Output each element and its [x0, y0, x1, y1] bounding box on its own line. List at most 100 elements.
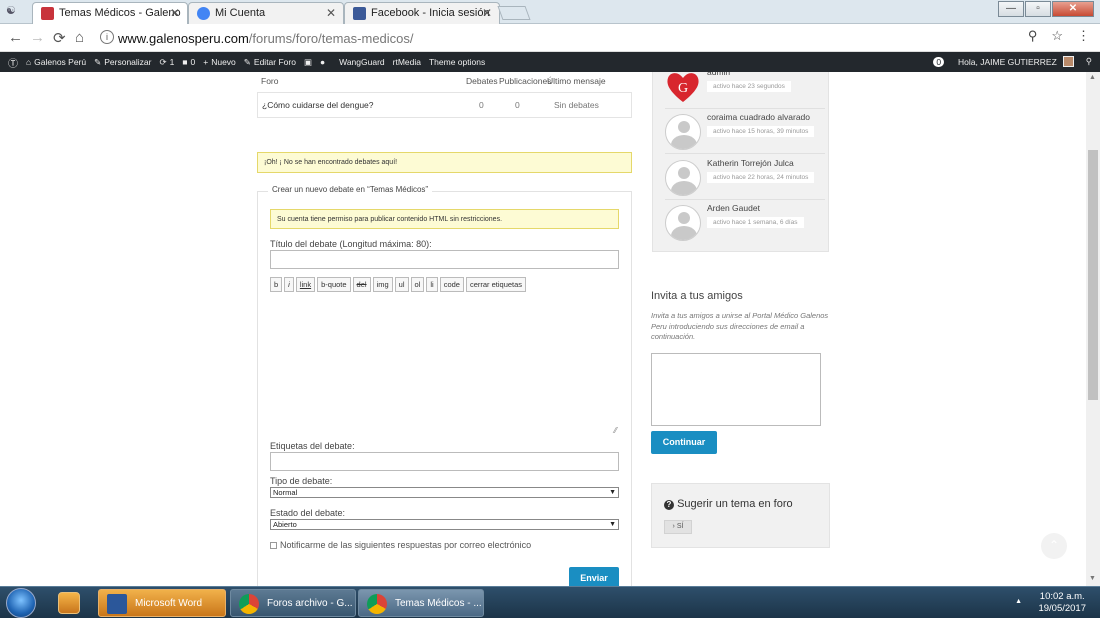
member-item[interactable]: Katherin Torrejón Julca activo hace 22 h… — [665, 156, 825, 200]
page-scrollbar[interactable]: ▲ ▼ — [1086, 72, 1100, 586]
customize-link[interactable]: Personalizar — [104, 57, 151, 67]
minimize-button[interactable]: — — [998, 1, 1024, 17]
home-icon[interactable]: ⌂ — [75, 29, 84, 46]
member-item[interactable]: Arden Gaudet activo hace 1 semana, 6 día… — [665, 201, 825, 245]
invite-emails-textarea[interactable] — [651, 353, 821, 426]
tab-facebook[interactable]: Facebook - Inicia sesión ✕ — [344, 2, 500, 24]
scroll-to-top-icon[interactable]: ⌃ — [1041, 533, 1067, 559]
qt-italic-button[interactable]: i — [284, 277, 294, 292]
tray-expand-icon[interactable]: ▲ — [1015, 598, 1022, 605]
notify-checkbox[interactable] — [270, 541, 277, 549]
close-tab-icon[interactable]: ✕ — [326, 6, 336, 20]
member-activity: activo hace 15 horas, 39 minutos — [707, 126, 815, 137]
scrollbar-thumb[interactable] — [1088, 150, 1098, 400]
qt-li-button[interactable]: li — [426, 277, 438, 292]
topic-status-select[interactable]: Abierto ▼ — [270, 519, 619, 530]
back-arrow-icon[interactable]: ← — [8, 29, 23, 46]
member-name[interactable]: Katherin Torrejón Julca — [707, 158, 794, 168]
plus-icon: + — [203, 57, 209, 67]
taskbar-chrome-temas[interactable]: Temas Médicos - ... — [358, 589, 484, 617]
updates-icon: ⟳ — [159, 56, 167, 67]
notify-label[interactable]: Notificarme de las siguientes respuestas… — [280, 540, 531, 550]
forward-arrow-icon[interactable]: → — [30, 29, 45, 46]
new-tab-button[interactable] — [497, 6, 531, 20]
member-activity: activo hace 1 semana, 6 días — [707, 217, 804, 228]
qt-ol-button[interactable]: ol — [410, 277, 425, 292]
topic-title-input[interactable] — [270, 250, 619, 269]
site-name-link[interactable]: Galenos Perú — [34, 57, 86, 67]
start-button[interactable] — [6, 588, 36, 618]
avatar[interactable] — [665, 205, 701, 241]
forum-link[interactable]: ¿Cómo cuidarse del dengue? — [262, 100, 374, 110]
media-player-icon[interactable] — [58, 592, 80, 614]
wordpress-logo-icon[interactable]: Ⓣ — [8, 55, 18, 70]
wangguard-link[interactable]: WangGuard — [339, 57, 385, 67]
dropdown-arrow-icon: ▼ — [609, 489, 616, 496]
qt-code-button[interactable]: code — [439, 277, 464, 292]
qt-link-button[interactable]: link — [295, 277, 316, 292]
avatar[interactable]: G — [665, 72, 701, 105]
galenos-favicon-icon — [41, 7, 54, 20]
zoom-icon[interactable]: ⚲ — [1028, 28, 1038, 44]
qt-img-button[interactable]: img — [372, 277, 393, 292]
system-clock[interactable]: 10:02 a.m. 19/05/2017 — [1038, 591, 1086, 615]
qt-ul-button[interactable]: ul — [394, 277, 409, 292]
taskbar-word[interactable]: Microsoft Word — [98, 589, 226, 617]
invite-text: Invita a tus amigos a unirse al Portal M… — [651, 311, 829, 341]
notify-checkbox-row: Notificarme de las siguientes respuestas… — [270, 540, 531, 550]
suggest-yes-button[interactable]: › SÍ — [664, 520, 692, 534]
info-icon[interactable]: i — [100, 30, 114, 44]
suggest-topic-widget: ? Sugerir un tema en foro › SÍ — [651, 483, 830, 548]
scroll-down-arrow-icon[interactable]: ▼ — [1089, 575, 1096, 582]
qt-close-tags-button[interactable]: cerrar etiquetas — [465, 277, 527, 292]
new-link[interactable]: Nuevo — [211, 57, 236, 67]
qt-del-button[interactable]: del — [352, 277, 371, 292]
forum-table-header: Foro Debates Publicaciones Último mensaj… — [261, 76, 606, 86]
wangguard-icon[interactable]: ▣ — [304, 57, 312, 68]
topic-type-select[interactable]: Normal ▼ — [270, 487, 619, 498]
record-icon[interactable]: ● — [320, 57, 325, 67]
qt-bquote-button[interactable]: b-quote — [317, 277, 351, 292]
address-bar[interactable]: i www.galenosperu.com/forums/foro/temas-… — [98, 27, 1078, 49]
member-item[interactable]: G admin activo hace 23 segundos — [665, 72, 825, 109]
chrome-menu-icon[interactable]: ☯ — [6, 4, 16, 17]
member-name[interactable]: Arden Gaudet — [707, 203, 760, 213]
taskbar-chrome-foros[interactable]: Foros archivo - G... — [230, 589, 356, 617]
user-avatar[interactable] — [1062, 56, 1074, 67]
search-icon[interactable]: ⚲ — [1086, 56, 1092, 67]
member-name[interactable]: admin — [707, 72, 730, 77]
close-tab-icon[interactable]: ✕ — [170, 6, 180, 20]
notification-count[interactable]: 0 — [933, 56, 945, 67]
chrome-menu-dots-icon[interactable]: ⋮ — [1077, 28, 1090, 44]
qt-bold-button[interactable]: b — [270, 277, 283, 292]
avatar[interactable] — [665, 160, 701, 196]
tags-label: Etiquetas del debate: — [270, 441, 355, 451]
reload-icon[interactable]: ⟳ — [53, 29, 66, 47]
scroll-up-arrow-icon[interactable]: ▲ — [1089, 74, 1096, 81]
status-label: Estado del debate: — [270, 508, 346, 518]
account-greeting[interactable]: Hola, JAIME GUTIERREZ — [958, 57, 1057, 67]
member-item[interactable]: coraima cuadrado alvarado activo hace 15… — [665, 110, 825, 154]
theme-options-link[interactable]: Theme options — [429, 57, 485, 67]
member-name[interactable]: coraima cuadrado alvarado — [707, 112, 810, 122]
wp-bar-right: 0 Hola, JAIME GUTIERREZ ⚲ — [933, 56, 1092, 67]
browser-tabstrip: ☯ Temas Médicos - Galeno ✕ Mi Cuenta ✕ F… — [0, 0, 1100, 24]
toolbar-actions: ⚲ ☆ ⋮ — [1028, 28, 1090, 44]
comments-count[interactable]: 0 — [191, 57, 196, 67]
edit-forum-link[interactable]: Editar Foro — [254, 57, 296, 67]
maximize-button[interactable]: ▫ — [1025, 1, 1051, 17]
submit-button[interactable]: Enviar — [569, 567, 619, 586]
close-window-button[interactable]: ✕ — [1052, 1, 1094, 17]
resize-handle-icon[interactable]: ⁄⁄ — [614, 426, 617, 435]
tab-temas-medicos[interactable]: Temas Médicos - Galeno ✕ — [32, 2, 188, 24]
close-tab-icon[interactable]: ✕ — [482, 6, 492, 20]
avatar[interactable] — [665, 114, 701, 150]
topic-tags-input[interactable] — [270, 452, 619, 471]
tab-mi-cuenta[interactable]: Mi Cuenta ✕ — [188, 2, 344, 24]
facebook-favicon-icon — [353, 7, 366, 20]
bookmark-star-icon[interactable]: ☆ — [1051, 28, 1063, 44]
continue-button[interactable]: Continuar — [651, 431, 717, 454]
rtmedia-link[interactable]: rtMedia — [393, 57, 421, 67]
updates-count[interactable]: 1 — [170, 57, 175, 67]
topic-content-textarea[interactable]: ⁄⁄ — [270, 298, 619, 437]
